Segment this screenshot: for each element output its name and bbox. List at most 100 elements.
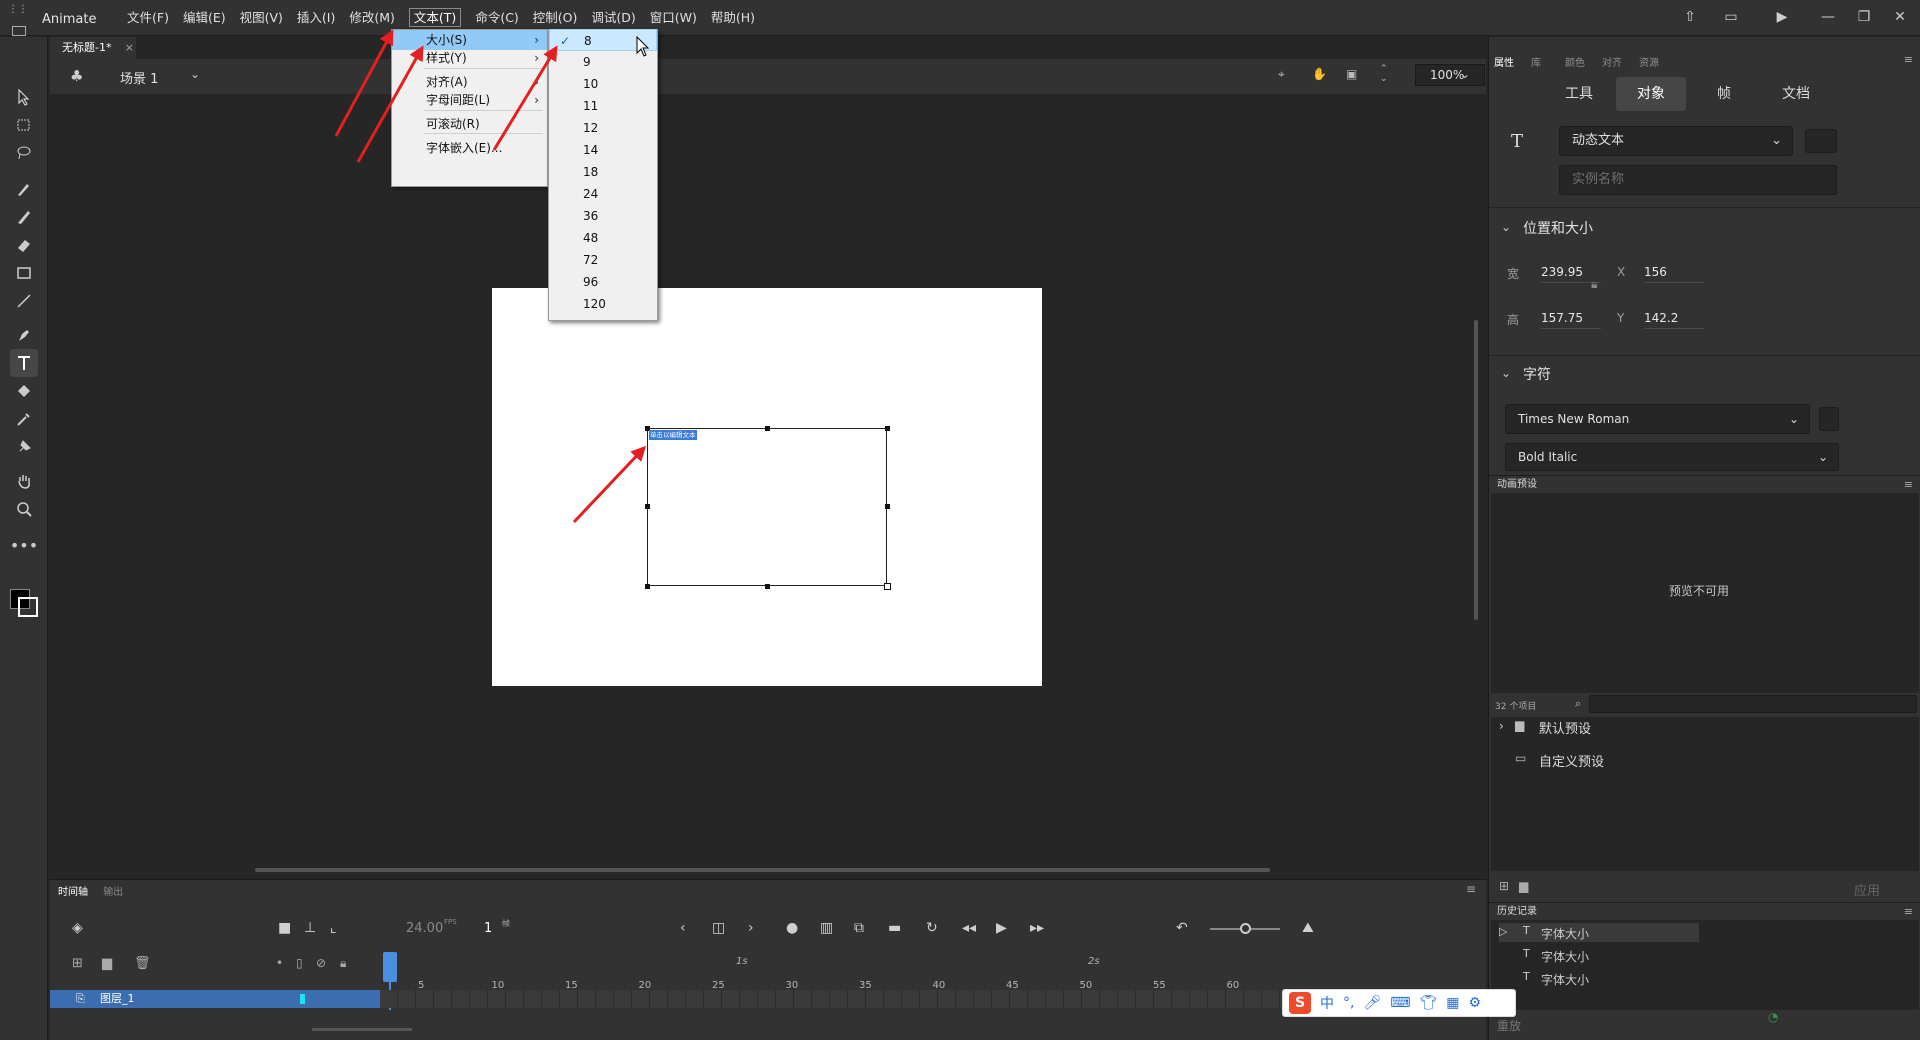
- panel-menu-icon[interactable]: ≡: [1904, 476, 1913, 494]
- free-transform-tool-icon[interactable]: [10, 111, 38, 139]
- preset-folder-default[interactable]: 默认预设: [1539, 718, 1591, 737]
- outline-icon[interactable]: ▯: [296, 956, 303, 970]
- selection-tool-icon[interactable]: [10, 83, 38, 111]
- history-item[interactable]: 字体大小: [1541, 925, 1589, 942]
- lock-icon[interactable]: 🔒︎: [340, 956, 346, 971]
- handle-middle-right[interactable]: [885, 504, 890, 509]
- font-size-option[interactable]: 72: [549, 249, 657, 271]
- handle-bottom-right[interactable]: [884, 583, 891, 590]
- zoom-stepper-icon[interactable]: ⌃ ⌄: [1380, 64, 1388, 84]
- paint-brush-tool-icon[interactable]: [10, 203, 38, 231]
- tab-output[interactable]: 输出: [103, 887, 123, 898]
- undo-zoom-icon[interactable]: ↶: [1176, 920, 1188, 936]
- vertical-scrollbar[interactable]: [1474, 320, 1478, 620]
- layer-name[interactable]: 图层_1: [100, 992, 135, 1005]
- restore-button[interactable]: ❐: [1846, 0, 1882, 36]
- section-collapse-icon[interactable]: ⌄: [1501, 220, 1511, 234]
- ime-mode[interactable]: 中: [1320, 993, 1334, 1013]
- font-size-option[interactable]: 120: [549, 293, 657, 315]
- current-frame[interactable]: 1: [484, 921, 492, 936]
- play-preview-icon[interactable]: ▶: [1764, 0, 1800, 36]
- menu-item[interactable]: 帮助(H): [704, 0, 762, 36]
- step-back-icon[interactable]: ◂◂: [962, 920, 976, 936]
- text-tool-icon[interactable]: [10, 349, 38, 377]
- play-icon[interactable]: ▶: [996, 920, 1007, 936]
- x-value[interactable]: 156: [1644, 265, 1704, 283]
- replay-button[interactable]: 重放: [1497, 1017, 1521, 1034]
- insert-keyframe-icon[interactable]: ◫: [712, 920, 725, 936]
- panel-menu-icon[interactable]: ≡: [1466, 882, 1476, 896]
- tab-properties[interactable]: 属性: [1494, 54, 1514, 69]
- new-preset-icon[interactable]: ⊞: [1499, 879, 1509, 893]
- layers-icon[interactable]: ◈: [72, 920, 83, 936]
- font-size-option[interactable]: 18: [549, 161, 657, 183]
- paste-frames-icon[interactable]: ▬: [888, 920, 901, 936]
- history-item[interactable]: 字体大小: [1541, 971, 1589, 988]
- font-size-option[interactable]: 11: [549, 95, 657, 117]
- center-stage-icon[interactable]: ⌖: [1278, 67, 1285, 82]
- tab-color[interactable]: 颜色: [1565, 54, 1585, 69]
- microphone-icon[interactable]: 🎤︎: [1363, 995, 1381, 1011]
- menu-item[interactable]: 视图(V): [233, 0, 290, 36]
- height-value[interactable]: 157.75: [1541, 311, 1601, 329]
- font-size-option[interactable]: 96: [549, 271, 657, 293]
- menu-item[interactable]: 插入(I): [290, 0, 342, 36]
- horizontal-scrollbar[interactable]: [255, 868, 1270, 872]
- new-folder-icon[interactable]: ▆: [102, 956, 112, 971]
- text-menu-item[interactable]: 样式(Y) ›: [392, 48, 547, 68]
- workspace-icon[interactable]: [12, 26, 26, 36]
- minimize-button[interactable]: —: [1810, 0, 1846, 36]
- scene-dropdown-icon[interactable]: ⌄: [190, 67, 200, 81]
- layer-row[interactable]: ⎘ 图层_1: [50, 990, 380, 1008]
- lasso-tool-icon[interactable]: [10, 139, 38, 167]
- segment-object[interactable]: 对象: [1616, 77, 1686, 111]
- history-item[interactable]: 字体大小: [1541, 948, 1589, 965]
- segment-tool[interactable]: 工具: [1544, 77, 1614, 111]
- selected-text[interactable]: 单击以编辑文本: [649, 430, 697, 440]
- close-button[interactable]: ✕: [1882, 0, 1918, 36]
- instance-name-field[interactable]: 实例名称: [1559, 165, 1837, 195]
- toolbox-icon[interactable]: ▦: [1446, 995, 1459, 1011]
- handle-top-center[interactable]: [765, 426, 770, 431]
- eyedropper-tool-icon[interactable]: [10, 405, 38, 433]
- text-field-bounding-box[interactable]: [647, 428, 887, 586]
- tab-close-icon[interactable]: ×: [125, 37, 134, 59]
- zoom-tool-icon[interactable]: [10, 495, 38, 523]
- font-embed-button[interactable]: [1819, 407, 1839, 431]
- fps-value[interactable]: 24.00: [406, 921, 443, 936]
- segment-document[interactable]: 文档: [1761, 77, 1831, 111]
- fill-color-swatch[interactable]: [18, 597, 38, 617]
- rectangle-tool-icon[interactable]: [10, 259, 38, 287]
- share-icon[interactable]: ⇧: [1672, 0, 1708, 36]
- handle-bottom-center[interactable]: [765, 584, 770, 589]
- layer-color-swatch[interactable]: [300, 994, 305, 1004]
- apply-button[interactable]: 应用: [1854, 880, 1880, 899]
- highlight-layer-icon[interactable]: •: [276, 956, 283, 970]
- pen-tool-icon[interactable]: [10, 321, 38, 349]
- graph-icon[interactable]: ⌞: [330, 920, 337, 936]
- tab-document[interactable]: 无标题-1* ×: [50, 37, 136, 59]
- settings-icon[interactable]: ⚙: [1468, 995, 1481, 1011]
- font-size-option[interactable]: 14: [549, 139, 657, 161]
- menu-item[interactable]: 文件(F): [120, 0, 176, 36]
- next-keyframe-icon[interactable]: ›: [748, 920, 754, 936]
- zoom-field[interactable]: 100%: [1415, 64, 1485, 86]
- tab-assets[interactable]: 资源: [1639, 54, 1659, 69]
- text-menu-item[interactable]: 大小(S) ›: [392, 30, 547, 50]
- onion-skin-icon[interactable]: ●: [786, 920, 798, 936]
- tab-align[interactable]: 对齐: [1602, 54, 1622, 69]
- font-size-option[interactable]: 12: [549, 117, 657, 139]
- skin-icon[interactable]: 👕︎: [1419, 995, 1437, 1011]
- rotate-stage-icon[interactable]: ✋: [1312, 67, 1327, 81]
- text-menu-item[interactable]: 字母间距(L) ›: [392, 90, 547, 110]
- handle-bottom-left[interactable]: [645, 584, 650, 589]
- prev-keyframe-icon[interactable]: ‹: [680, 920, 686, 936]
- panel-menu-icon[interactable]: ≡: [1904, 903, 1913, 921]
- new-layer-icon[interactable]: ⊞: [72, 956, 83, 971]
- camera-icon[interactable]: ■: [278, 920, 291, 936]
- eraser-tool-icon[interactable]: [10, 231, 38, 259]
- new-folder-icon[interactable]: ▆: [1519, 879, 1528, 893]
- panel-menu-icon[interactable]: ≡: [1904, 53, 1913, 66]
- loop-icon[interactable]: ↻: [926, 920, 938, 936]
- punctuation-icon[interactable]: °,: [1343, 995, 1354, 1011]
